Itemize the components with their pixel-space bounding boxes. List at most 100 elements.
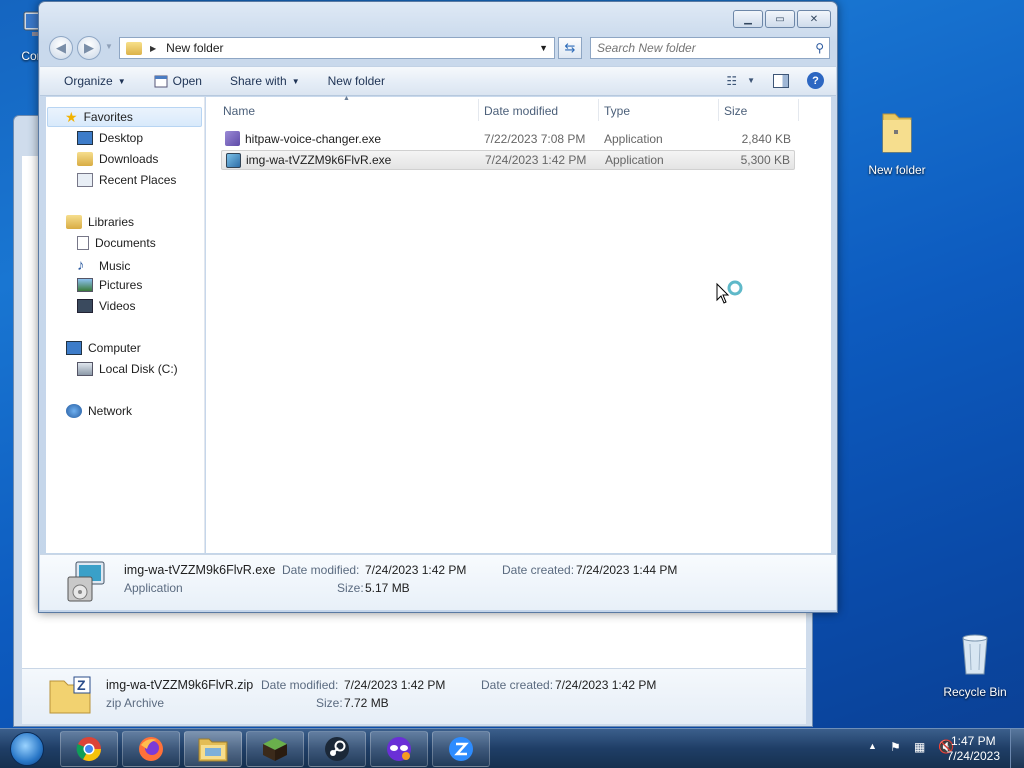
nav-item-label: Videos [99, 299, 136, 313]
details-size-value: 5.17 MB [365, 581, 410, 595]
taskbar-chrome[interactable] [60, 731, 118, 767]
recent-places-icon [77, 173, 93, 187]
show-hidden-icons-icon[interactable]: ▲ [868, 741, 877, 751]
nav-item-music[interactable]: ♪ Music [77, 257, 130, 274]
nav-item-local-disk[interactable]: Local Disk (C:) [77, 362, 178, 376]
address-path[interactable]: New folder [166, 41, 223, 55]
column-divider[interactable] [718, 99, 719, 121]
show-desktop-button[interactable] [1010, 729, 1024, 768]
new-folder-label: New folder [327, 74, 385, 88]
taskbar-explorer[interactable] [184, 731, 242, 767]
taskbar-firefox[interactable] [122, 731, 180, 767]
nav-item-videos[interactable]: Videos [77, 299, 135, 313]
clock-date: 7/24/2023 [946, 749, 1000, 763]
maximize-button[interactable]: ▭ [765, 10, 795, 28]
maximize-icon: ▭ [775, 13, 785, 25]
breadcrumb-chevron-icon[interactable]: ▶ [150, 44, 156, 53]
column-header-name[interactable]: Name [223, 104, 255, 118]
chrome-icon [76, 737, 101, 762]
organize-button[interactable]: Organize ▼ [64, 74, 126, 88]
desktop-icon-new-folder[interactable]: New folder [852, 108, 942, 177]
recycle-bin-icon [962, 634, 988, 675]
explorer-window[interactable]: ▁ ▭ ✕ ◀ ▶ ▼ ▶ New folder ▼ ⇆ ⚲ Organize … [38, 1, 838, 613]
steam-icon [325, 737, 349, 761]
libraries-icon [66, 215, 82, 229]
music-note-icon: ♪ [77, 257, 85, 274]
network-status-icon[interactable]: ▦ [914, 740, 925, 754]
new-folder-button[interactable]: New folder [328, 74, 385, 88]
taskbar-minecraft[interactable] [246, 731, 304, 767]
taskbar-steam[interactable] [308, 731, 366, 767]
nav-item-computer[interactable]: Computer [66, 341, 141, 355]
file-name: hitpaw-voice-changer.exe [245, 132, 382, 146]
nav-item-documents[interactable]: Documents [77, 236, 156, 250]
clock[interactable]: 1:47 PM 7/24/2023 [947, 734, 1000, 764]
background-details-pane: Z img-wa-tVZZM9k6FlvR.zip zip Archive Da… [22, 668, 806, 724]
folder-icon [882, 113, 912, 153]
search-box[interactable]: ⚲ [590, 37, 830, 59]
column-divider[interactable] [478, 99, 479, 121]
nav-item-label: Recent Places [99, 173, 177, 187]
network-icon [66, 404, 82, 418]
documents-icon [77, 236, 89, 250]
nav-item-pictures[interactable]: Pictures [77, 278, 142, 292]
details-modified-value: 7/24/2023 1:42 PM [365, 563, 467, 577]
forward-button[interactable]: ▶ [77, 36, 101, 60]
file-type: Application [604, 132, 663, 146]
details-created-label: Date created: [481, 678, 554, 692]
column-divider[interactable] [598, 99, 599, 121]
details-file-name: img-wa-tVZZM9k6FlvR.zip [106, 678, 254, 692]
nav-item-desktop[interactable]: Desktop [77, 131, 143, 145]
column-header-type[interactable]: Type [604, 104, 630, 118]
minimize-button[interactable]: ▁ [733, 10, 763, 28]
back-button[interactable]: ◀ [49, 36, 73, 60]
busy-cursor-icon [716, 280, 743, 304]
file-date: 7/24/2023 1:42 PM [485, 153, 587, 167]
details-view-icon: ☷ [726, 73, 738, 88]
refresh-icon: ⇆ [564, 40, 576, 55]
file-type: Application [605, 153, 664, 167]
nav-item-downloads[interactable]: Downloads [77, 152, 158, 166]
taskbar-zoom-app[interactable] [432, 731, 490, 767]
nav-item-label: Libraries [88, 215, 135, 229]
taskbar-mask-app[interactable] [370, 731, 428, 767]
nav-item-libraries[interactable]: Libraries [66, 215, 134, 229]
taskbar: ▲ ⚑ ▦ 🔇 1:47 PM 7/24/2023 [0, 728, 1024, 768]
address-dropdown-icon[interactable]: ▼ [539, 43, 548, 53]
folder-icon [198, 738, 228, 762]
hitpaw-app-icon [225, 131, 240, 146]
svg-text:Z: Z [77, 677, 86, 693]
column-header-date-modified[interactable]: Date modified [484, 104, 558, 118]
start-button[interactable] [4, 730, 50, 768]
file-list: ▲ Name Date modified Type Size hitpaw-vo… [206, 95, 831, 553]
change-view-button[interactable]: ☷ ▼ [726, 74, 755, 88]
recent-pages-dropdown-icon[interactable]: ▼ [105, 42, 113, 51]
desktop-icon-recycle-bin[interactable]: Recycle Bin [930, 630, 1020, 699]
nav-item-recent-places[interactable]: Recent Places [77, 173, 176, 187]
column-divider[interactable] [798, 99, 799, 121]
preview-pane-button[interactable] [773, 73, 789, 88]
file-row-selected[interactable]: img-wa-tVZZM9k6FlvR.exe 7/24/2023 1:42 P… [221, 150, 795, 170]
nav-item-label: Local Disk (C:) [99, 362, 178, 376]
minimize-icon: ▁ [744, 13, 752, 25]
details-pane: img-wa-tVZZM9k6FlvR.exe Application Date… [40, 554, 836, 610]
address-bar[interactable]: ▶ New folder ▼ [119, 37, 555, 59]
nav-item-network[interactable]: Network [66, 404, 132, 418]
pictures-icon [77, 278, 93, 292]
caption-buttons: ▁ ▭ ✕ [733, 10, 831, 28]
open-button[interactable]: Open [154, 74, 202, 88]
sort-ascending-icon: ▲ [343, 95, 350, 102]
nav-item-favorites[interactable]: ★ Favorites [47, 107, 202, 127]
close-button[interactable]: ✕ [797, 10, 831, 28]
refresh-button[interactable]: ⇆ [558, 37, 582, 59]
details-created-label: Date created: [502, 563, 575, 577]
details-size-label: Size: [337, 581, 364, 595]
share-with-button[interactable]: Share with ▼ [230, 74, 300, 88]
action-center-icon[interactable]: ⚑ [890, 740, 901, 754]
file-row[interactable]: hitpaw-voice-changer.exe 7/22/2023 7:08 … [221, 129, 795, 149]
clock-time: 1:47 PM [950, 734, 996, 748]
help-icon[interactable]: ? [807, 72, 824, 89]
column-header-size[interactable]: Size [724, 104, 747, 118]
search-input[interactable] [597, 41, 797, 55]
search-icon[interactable]: ⚲ [815, 41, 824, 55]
